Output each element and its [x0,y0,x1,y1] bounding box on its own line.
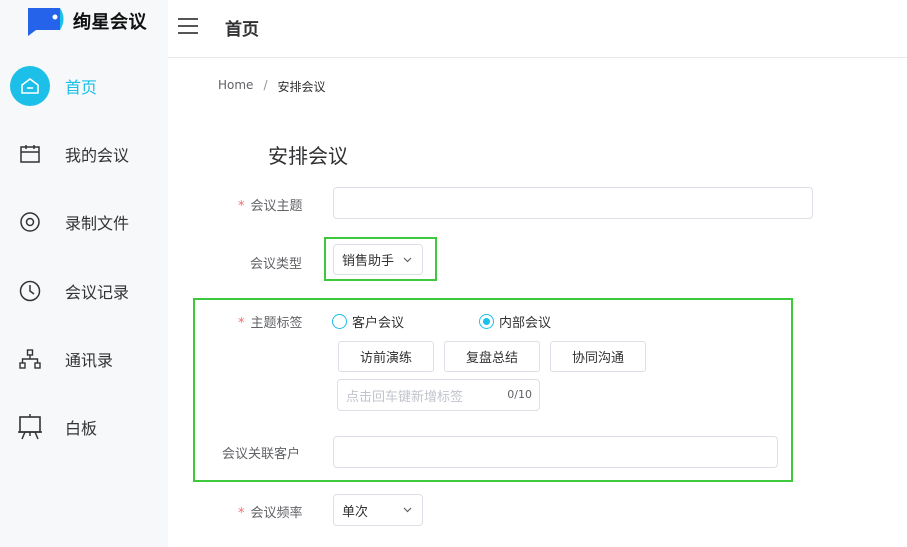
tag-button-review[interactable]: 复盘总结 [444,341,540,372]
sidebar-item-label: 通讯录 [65,351,114,370]
brand-logo[interactable]: 绚星会议 [26,6,147,36]
required-mark: * [238,506,245,521]
tag-button-rehearsal[interactable]: 访前演练 [338,341,434,372]
sidebar-item-label: 会议记录 [65,283,130,302]
sidebar-item-label: 录制文件 [65,214,130,233]
required-mark: * [238,199,245,214]
tag-button-collaboration[interactable]: 协同沟通 [550,341,646,372]
required-mark: * [238,316,245,331]
sidebar-item-label: 白板 [65,419,98,438]
page-title: 首页 [225,20,259,40]
whiteboard-icon [10,407,50,447]
sidebar-item-meeting-records[interactable]: 会议记录 [0,266,168,316]
subject-label: * 会议主题 [238,199,303,214]
form-title: 安排会议 [268,144,348,168]
meeting-type-select[interactable]: 销售助手 [333,244,423,275]
frequency-label: * 会议频率 [238,506,303,521]
tag-counter: 0/10 [507,388,532,401]
sidebar-item-recordings[interactable]: 录制文件 [0,197,168,247]
record-icon [10,202,50,242]
logo-icon [28,8,64,36]
new-tag-input[interactable]: 点击回车键新增标签 0/10 [337,379,540,411]
breadcrumb: Home / 安排会议 [218,78,326,95]
sidebar-item-home[interactable]: 首页 [0,61,168,111]
breadcrumb-home[interactable]: Home [218,78,253,95]
frequency-select[interactable]: 单次 [333,494,423,526]
org-chart-icon [10,339,50,379]
sidebar: 绚星会议 首页 我的会议 录制文件 会议记录 通讯录 白板 [0,0,168,547]
customer-label: 会议关联客户 [222,447,301,462]
breadcrumb-separator: / [263,78,268,92]
sidebar-item-label: 我的会议 [65,146,130,165]
top-header: 首页 [168,0,907,58]
chevron-down-icon [403,507,412,513]
subject-input[interactable] [333,187,813,219]
clock-icon [10,271,50,311]
breadcrumb-current: 安排会议 [277,80,326,94]
radio-internal-meeting[interactable]: 内部会议 [479,312,551,331]
brand-name: 绚星会议 [73,12,147,33]
sidebar-item-contacts[interactable]: 通讯录 [0,334,168,384]
tags-label: * 主题标签 [238,316,303,331]
radio-circle [332,314,347,329]
customer-input[interactable] [333,436,778,468]
calendar-icon [10,134,50,174]
radio-circle [479,314,494,329]
sidebar-item-whiteboard[interactable]: 白板 [0,402,168,452]
sidebar-item-my-meetings[interactable]: 我的会议 [0,129,168,179]
menu-toggle-icon[interactable] [178,18,198,34]
radio-customer-meeting[interactable]: 客户会议 [332,312,404,331]
sidebar-item-label: 首页 [65,78,98,97]
type-label: 会议类型 [250,257,303,272]
chevron-down-icon [403,257,412,262]
home-icon [10,66,50,106]
